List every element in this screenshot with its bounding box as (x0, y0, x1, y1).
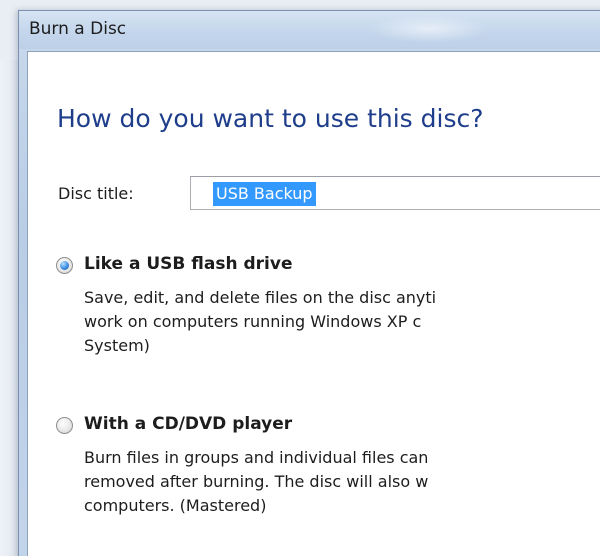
option-usb-desc-line-2: work on computers running Windows XP c (84, 312, 422, 331)
disc-title-input[interactable]: USB Backup (190, 176, 600, 210)
page-title: How do you want to use this disc? (57, 104, 484, 133)
burn-disc-dialog: Burn a Disc How do you want to use this … (18, 10, 600, 556)
option-usb-description: Save, edit, and delete files on the disc… (84, 286, 436, 358)
option-usb-desc-line-3: System) (84, 336, 150, 355)
window-title: Burn a Disc (29, 19, 127, 39)
screen: Burn a Disc How do you want to use this … (0, 0, 600, 556)
option-usb-title: Like a USB flash drive (84, 254, 293, 274)
radio-cd-dvd-player[interactable] (56, 417, 73, 434)
background-window-edge (0, 60, 19, 556)
option-cd-desc-line-1: Burn files in groups and individual file… (84, 448, 429, 467)
option-cd-description: Burn files in groups and individual file… (84, 446, 428, 518)
radio-usb-flash-drive[interactable] (56, 257, 73, 274)
option-cd-desc-line-2: removed after burning. The disc will als… (84, 472, 429, 491)
dialog-content: How do you want to use this disc? Disc t… (27, 51, 600, 556)
option-cd-title: With a CD/DVD player (84, 414, 293, 434)
option-usb-desc-line-1: Save, edit, and delete files on the disc… (84, 288, 437, 307)
title-bar-glow (369, 15, 489, 43)
title-bar[interactable]: Burn a Disc (19, 11, 600, 49)
disc-title-label: Disc title: (58, 184, 134, 203)
disc-title-value: USB Backup (213, 182, 316, 206)
option-cd-desc-line-3: computers. (Mastered) (84, 496, 267, 515)
